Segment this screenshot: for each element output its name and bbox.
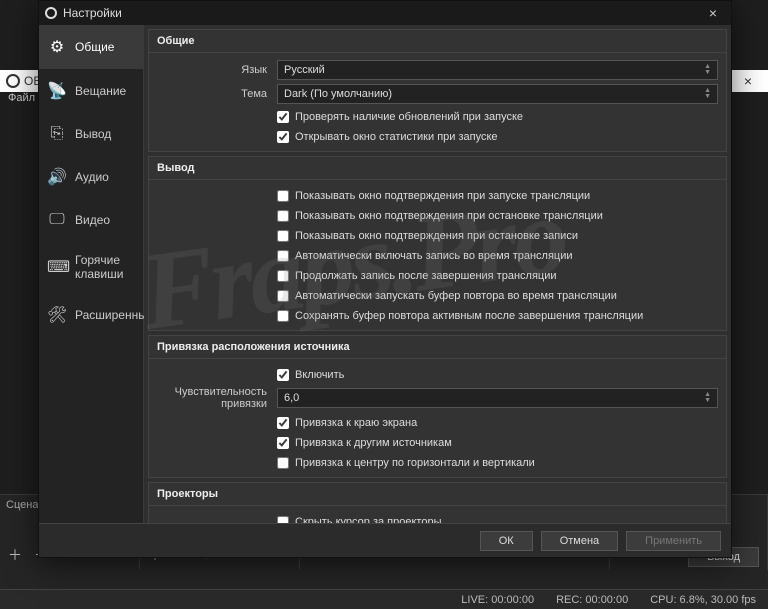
language-select[interactable]: Русский▲▼: [277, 60, 718, 80]
theme-label: Тема: [157, 88, 277, 100]
tools-icon: 🛠: [47, 305, 67, 325]
nav-video[interactable]: 🖵 Видео: [39, 199, 143, 241]
nav-output[interactable]: ⎘ Вывод: [39, 113, 143, 155]
snap-enable-checkbox[interactable]: [277, 369, 289, 381]
nav-label: Вывод: [75, 127, 111, 141]
dialog-footer: ОК Отмена Применить: [39, 523, 731, 557]
nav-label: Видео: [75, 213, 110, 227]
keep-replay-buffer-checkbox[interactable]: [277, 310, 289, 322]
auto-record-checkbox[interactable]: [277, 250, 289, 262]
keep-recording-checkbox[interactable]: [277, 270, 289, 282]
speaker-icon: 🔊: [47, 167, 67, 187]
confirm-stop-record-checkbox[interactable]: [277, 230, 289, 242]
status-cpu: CPU: 6.8%, 30.00 fps: [650, 594, 756, 606]
nav-audio[interactable]: 🔊 Аудио: [39, 155, 143, 199]
section-header: Проекторы: [149, 483, 726, 506]
obs-icon: [6, 74, 20, 88]
section-output: Вывод Показывать окно подтверждения при …: [148, 156, 727, 331]
section-header: Вывод: [149, 157, 726, 180]
nav-label: Общие: [75, 40, 114, 54]
ok-button[interactable]: ОК: [480, 531, 533, 551]
snap-sensitivity-label: Чувствительность привязки: [157, 386, 277, 410]
snap-other-checkbox[interactable]: [277, 437, 289, 449]
nav-label: Аудио: [75, 170, 109, 184]
settings-content[interactable]: Общие Язык Русский▲▼ Тема Dark (По умолч…: [144, 25, 731, 523]
check-updates-checkbox[interactable]: [277, 111, 289, 123]
output-icon: ⎘: [47, 125, 67, 143]
gear-icon: ⚙: [47, 37, 67, 57]
confirm-stop-stream-checkbox[interactable]: [277, 210, 289, 222]
main-window-close-button[interactable]: ×: [728, 70, 768, 92]
settings-dialog: Настройки × ⚙ Общие 📡 Вещание ⎘ Вывод 🔊 Ауди…: [38, 0, 732, 558]
obs-icon: [45, 7, 57, 19]
cancel-button[interactable]: Отмена: [541, 531, 618, 551]
nav-label: Горячие клавиши: [75, 253, 135, 281]
section-projectors: Проекторы Скрыть курсор за проекторы Пок…: [148, 482, 727, 523]
nav-stream[interactable]: 📡 Вещание: [39, 69, 143, 113]
language-label: Язык: [157, 64, 277, 76]
nav-advanced[interactable]: 🛠Расширенные: [39, 293, 143, 337]
section-header: Общие: [149, 30, 726, 53]
section-header: Привязка расположения источника: [149, 336, 726, 359]
nav-hotkeys[interactable]: ⌨ Горячие клавиши: [39, 241, 143, 293]
dialog-close-button[interactable]: ×: [701, 5, 725, 21]
scene-add-button[interactable]: ＋: [4, 543, 26, 567]
theme-select[interactable]: Dark (По умолчанию)▲▼: [277, 84, 718, 104]
nav-label: Вещание: [75, 84, 126, 98]
open-stats-checkbox[interactable]: [277, 131, 289, 143]
confirm-start-stream-checkbox[interactable]: [277, 190, 289, 202]
nav-general[interactable]: ⚙ Общие: [39, 25, 143, 69]
monitor-icon: 🖵: [47, 211, 67, 229]
antenna-icon: 📡: [47, 81, 67, 101]
auto-replay-buffer-checkbox[interactable]: [277, 290, 289, 302]
status-bar: LIVE: 00:00:00 REC: 00:00:00 CPU: 6.8%, …: [0, 589, 768, 609]
status-rec: REC: 00:00:00: [556, 594, 628, 606]
hide-cursor-checkbox[interactable]: [277, 516, 289, 523]
status-live: LIVE: 00:00:00: [461, 594, 534, 606]
check-updates-label: Проверять наличие обновлений при запуске: [295, 111, 523, 123]
keyboard-icon: ⌨: [47, 257, 67, 277]
section-general: Общие Язык Русский▲▼ Тема Dark (По умолч…: [148, 29, 727, 152]
dialog-titlebar[interactable]: Настройки ×: [39, 1, 731, 25]
snap-edge-checkbox[interactable]: [277, 417, 289, 429]
nav-label: Расширенные: [75, 308, 154, 322]
section-snapping: Привязка расположения источника Включить…: [148, 335, 727, 478]
snap-sensitivity-input[interactable]: 6,0▲▼: [277, 388, 718, 408]
apply-button[interactable]: Применить: [626, 531, 721, 551]
settings-sidebar: ⚙ Общие 📡 Вещание ⎘ Вывод 🔊 Аудио 🖵 Видео ⌨ Го…: [39, 25, 144, 523]
snap-center-checkbox[interactable]: [277, 457, 289, 469]
open-stats-label: Открывать окно статистики при запуске: [295, 131, 498, 143]
dialog-title-text: Настройки: [63, 6, 122, 20]
